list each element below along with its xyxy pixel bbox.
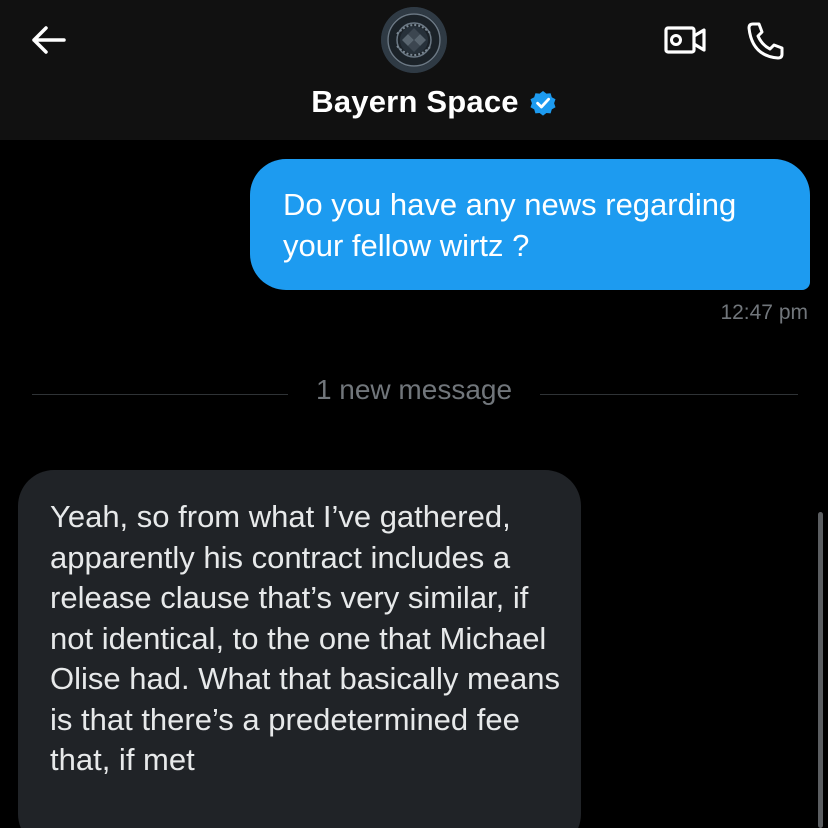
phone-call-icon	[747, 22, 784, 60]
title-row: Bayern Space	[0, 84, 828, 120]
new-message-label: 1 new message	[315, 374, 513, 405]
bayern-logo-icon	[381, 7, 447, 73]
phone-call-button[interactable]	[742, 18, 788, 62]
incoming-message-bubble[interactable]: Yeah, so from what I’ve gathered, appare…	[18, 470, 581, 828]
verified-badge-icon	[530, 91, 556, 116]
arrow-left-icon	[32, 26, 66, 54]
video-call-button[interactable]	[662, 20, 708, 60]
conversation-header: Bayern Space	[0, 0, 828, 140]
back-button[interactable]	[26, 20, 72, 60]
new-message-divider: 1 new message	[32, 374, 798, 412]
message-timestamp: 12:47 pm	[720, 301, 808, 324]
divider-line-left	[32, 394, 288, 395]
outgoing-message-bubble[interactable]: Do you have any news regarding your fell…	[250, 159, 810, 290]
avatar[interactable]	[381, 7, 447, 73]
conversation-title[interactable]: Bayern Space	[311, 84, 518, 120]
scrollbar[interactable]	[818, 512, 823, 828]
divider-line-right	[540, 394, 798, 395]
video-call-icon	[664, 26, 706, 54]
